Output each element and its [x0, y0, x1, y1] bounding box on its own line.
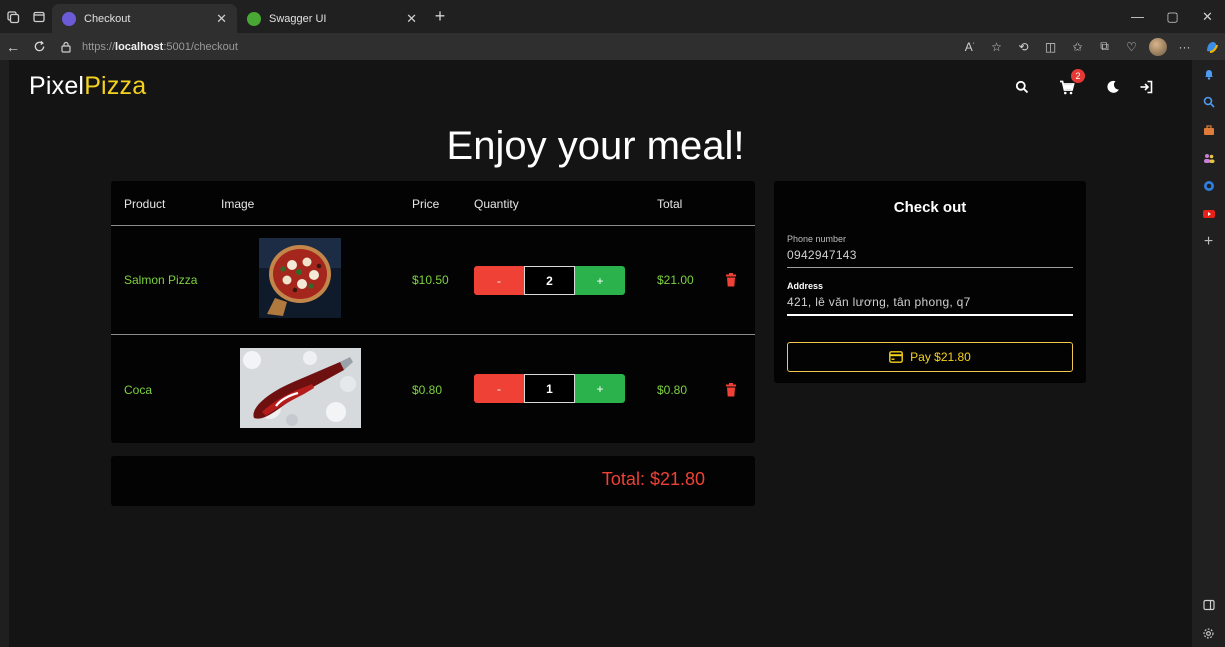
grand-total: Total: $21.80 — [601, 469, 705, 489]
column-header-price: Price — [412, 197, 440, 211]
favorite-star-icon[interactable]: ☆ — [983, 33, 1010, 60]
url-field[interactable]: https://localhost:5001/checkout — [60, 41, 238, 53]
tab-title: Checkout — [84, 12, 131, 25]
url-host: localhost — [115, 40, 164, 53]
more-options-icon[interactable]: ··· — [1171, 33, 1198, 60]
quantity-stepper: - 1 + — [474, 374, 625, 403]
url-scheme: https:// — [82, 40, 116, 53]
workspaces-icon[interactable] — [0, 0, 26, 33]
settings-gear-icon[interactable] — [1192, 619, 1225, 647]
brand-accent: Pizza — [84, 72, 147, 100]
address-underline — [787, 314, 1073, 316]
notifications-icon[interactable] — [1192, 60, 1225, 88]
increase-quantity-button[interactable]: + — [575, 374, 625, 403]
address-label: Address — [787, 281, 824, 291]
column-header-product: Product — [124, 197, 166, 211]
app-header: PixelPizza 2 — [9, 60, 1192, 115]
tab-actions-icon[interactable] — [26, 0, 52, 33]
phone-field[interactable]: 0942947143 — [787, 248, 857, 262]
column-header-image: Image — [221, 197, 255, 211]
search-icon[interactable] — [1010, 75, 1034, 99]
item-total: $0.80 — [657, 383, 688, 397]
window-controls: — ▢ ✕ — [1120, 0, 1225, 33]
tab-title: Swagger UI — [269, 12, 327, 25]
checkout-panel: Check out Phone number 0942947143 Addres… — [774, 181, 1086, 383]
row-divider — [111, 334, 755, 335]
dark-mode-moon-icon[interactable] — [1101, 75, 1125, 99]
coca-image — [240, 348, 361, 428]
increase-quantity-button[interactable]: + — [575, 266, 625, 295]
delete-item-trash-icon[interactable] — [725, 273, 737, 287]
phone-label: Phone number — [787, 234, 847, 244]
lock-icon — [60, 41, 72, 53]
address-bar: ← https://localhost:5001/checkout Aʼ ☆ ⟲… — [0, 33, 1225, 60]
brand-logo[interactable]: PixelPizza — [29, 72, 146, 101]
credit-card-icon — [889, 351, 904, 363]
checkout-title: Check out — [893, 199, 967, 216]
item-price: $0.80 — [412, 383, 443, 397]
split-screen-icon[interactable]: ◫ — [1037, 33, 1064, 60]
close-window-icon[interactable]: ✕ — [1190, 0, 1225, 33]
cart-count-badge: 2 — [1071, 69, 1085, 83]
salmon-pizza-image — [259, 238, 341, 318]
quantity-input[interactable]: 1 — [524, 374, 575, 403]
brand-primary: Pixel — [29, 72, 85, 100]
url-path: :5001/checkout — [163, 40, 238, 53]
header-divider — [111, 225, 755, 226]
search-sidebar-icon[interactable] — [1192, 88, 1225, 116]
close-tab-icon[interactable]: ✕ — [216, 11, 227, 27]
tools-icon[interactable] — [1192, 116, 1225, 144]
cart-table: Product Image Price Quantity Total Salmo… — [111, 181, 755, 443]
swagger-favicon-icon — [247, 11, 261, 26]
profile-avatar[interactable] — [1149, 37, 1167, 56]
product-name: Salmon Pizza — [124, 273, 198, 287]
collections-icon[interactable]: ⧉ — [1091, 33, 1118, 60]
column-header-total: Total — [657, 197, 683, 211]
minimize-icon[interactable]: — — [1120, 0, 1155, 33]
new-tab-icon[interactable]: + — [427, 0, 453, 33]
decrease-quantity-button[interactable]: - — [474, 266, 524, 295]
decrease-quantity-button[interactable]: - — [474, 374, 524, 403]
pay-button[interactable]: Pay $21.80 — [787, 342, 1073, 372]
quantity-stepper: - 2 + — [474, 266, 625, 295]
address-field[interactable]: 421, lê văn lương, tân phong, q7 — [787, 295, 971, 309]
edge-sidebar: + — [1192, 60, 1225, 647]
cart-icon[interactable]: 2 — [1055, 69, 1085, 99]
close-tab-icon[interactable]: ✕ — [406, 11, 417, 27]
performance-icon[interactable]: ♡ — [1118, 33, 1145, 60]
youtube-icon[interactable] — [1192, 200, 1225, 228]
browser-tab-bar: Checkout ✕ Swagger UI ✕ + — ▢ ✕ — [0, 0, 1225, 33]
cart-total-panel: Total: $21.80 — [111, 456, 755, 506]
restore-icon[interactable]: ▢ — [1155, 0, 1190, 33]
favorites-icon[interactable]: ✩ — [1064, 33, 1091, 60]
phone-underline — [787, 267, 1073, 268]
edge-sidebar-bottom — [1192, 591, 1225, 647]
add-sidebar-app-icon[interactable]: + — [1192, 228, 1225, 256]
tab-checkout[interactable]: Checkout ✕ — [52, 4, 237, 33]
page-viewport: PixelPizza 2 Enjoy your meal! Product Im… — [9, 60, 1192, 647]
read-aloud-icon[interactable]: Aʼ — [956, 33, 983, 60]
page-title: Enjoy your meal! — [446, 124, 745, 168]
pay-button-label: Pay $21.80 — [910, 350, 971, 364]
item-price: $10.50 — [412, 273, 449, 287]
people-icon[interactable] — [1192, 144, 1225, 172]
delete-item-trash-icon[interactable] — [725, 383, 737, 397]
item-total: $21.00 — [657, 273, 694, 287]
quantity-input[interactable]: 2 — [524, 266, 575, 295]
hide-sidebar-icon[interactable] — [1192, 591, 1225, 619]
product-name: Coca — [124, 383, 153, 397]
login-icon[interactable] — [1134, 75, 1158, 99]
back-icon[interactable]: ← — [0, 33, 26, 60]
refresh-icon[interactable] — [26, 33, 52, 60]
blazor-favicon-icon — [62, 11, 76, 26]
copilot-icon[interactable] — [1198, 33, 1225, 60]
office-icon[interactable] — [1192, 172, 1225, 200]
column-header-quantity: Quantity — [474, 197, 519, 211]
tab-swagger[interactable]: Swagger UI ✕ — [237, 4, 427, 33]
extensions-icon[interactable]: ⟲ — [1010, 33, 1037, 60]
browser-toolbar: Aʼ ☆ ⟲ ◫ ✩ ⧉ ♡ ··· — [956, 33, 1225, 60]
